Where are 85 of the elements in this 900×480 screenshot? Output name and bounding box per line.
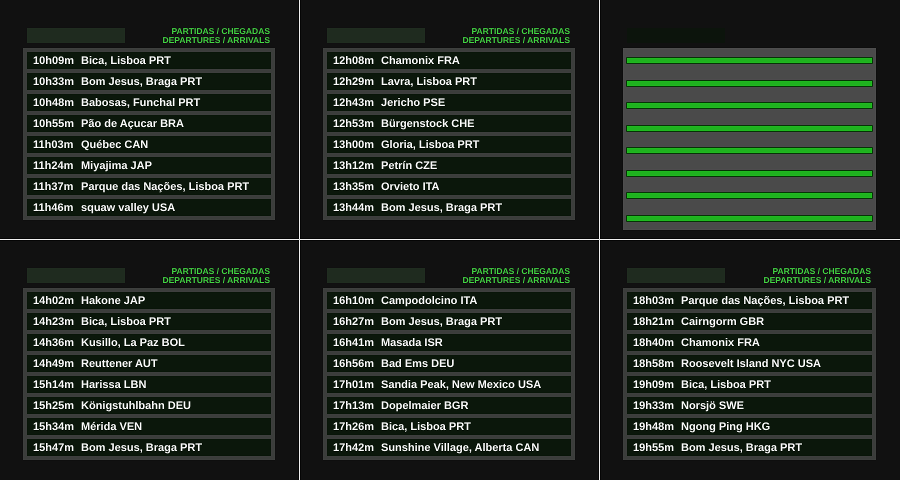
departure-time: 19h55m — [633, 442, 675, 454]
departure-time: 12h43m — [333, 96, 375, 108]
destination: Campodolcino ITA — [381, 294, 478, 306]
destination: Babosas, Funchal PRT — [81, 96, 200, 108]
departure-time: 15h14m — [33, 378, 75, 390]
departure-time: 12h53m — [333, 118, 375, 130]
destination: Bürgenstock CHE — [381, 118, 475, 130]
departure-time: 19h33m — [633, 400, 675, 412]
destination: Hakone JAP — [81, 294, 146, 306]
departure-time: 17h42m — [333, 442, 375, 454]
departure-time: 19h48m — [633, 420, 675, 432]
departure-time: 10h55m — [33, 118, 75, 130]
departure-time: 14h02m — [33, 294, 75, 306]
destination: Sunshine Village, Alberta CAN — [381, 442, 540, 454]
destination: Bica, Lisboa PRT — [81, 316, 171, 328]
destination: Ngong Ping HKG — [681, 420, 770, 432]
destination: Pão de Açucar BRA — [81, 118, 184, 130]
destination: Petrín CZE — [381, 160, 438, 172]
departure-time: 16h41m — [333, 336, 375, 348]
destination: Gloria, Lisboa PRT — [381, 138, 480, 150]
departure-time: 17h01m — [333, 378, 375, 390]
departure-time: 10h48m — [33, 96, 75, 108]
departure-time: 16h56m — [333, 358, 375, 370]
destination: Miyajima JAP — [81, 160, 152, 172]
departure-time: 13h00m — [333, 138, 375, 150]
destination: Sandia Peak, New Mexico USA — [381, 378, 542, 390]
destination: Bica, Lisboa PRT — [381, 420, 471, 432]
destination: Bad Ems DEU — [381, 358, 454, 370]
destination: Lavra, Lisboa PRT — [381, 76, 477, 88]
destination: Parque das Nações, Lisboa PRT — [81, 180, 250, 192]
destination: Chamonix FRA — [681, 336, 760, 348]
destination: Mérida VEN — [81, 420, 142, 432]
destination: Jericho PSE — [381, 96, 446, 108]
destination: Bom Jesus, Braga PRT — [381, 316, 502, 328]
board-heading: PARTIDAS / CHEGADAS DEPARTURES / ARRIVALS — [162, 27, 270, 45]
board-heading: PARTIDAS / CHEGADAS DEPARTURES / ARRIVALS — [763, 267, 871, 285]
destination: Chamonix FRA — [381, 54, 460, 66]
departure-time: 18h40m — [633, 336, 675, 348]
board-heading: PARTIDAS / CHEGADAS DEPARTURES / ARRIVALS — [462, 27, 570, 45]
destination: Roosevelt Island NYC USA — [681, 358, 821, 370]
departure-time: 14h23m — [33, 316, 75, 328]
board-heading: PARTIDAS / CHEGADAS DEPARTURES / ARRIVALS — [462, 267, 570, 285]
departure-time: 18h58m — [633, 358, 675, 370]
departure-time: 12h29m — [333, 76, 375, 88]
departure-time: 10h09m — [33, 54, 75, 66]
departure-time: 15h25m — [33, 400, 75, 412]
departure-time: 18h03m — [633, 294, 675, 306]
destination: Cairngorm GBR — [681, 316, 764, 328]
departure-time: 19h09m — [633, 378, 675, 390]
destination: Norsjö SWE — [681, 400, 744, 412]
departure-time: 11h46m — [33, 202, 74, 214]
departure-time: 13h12m — [333, 160, 375, 172]
board-heading: PARTIDAS / CHEGADAS DEPARTURES / ARRIVALS — [162, 267, 270, 285]
destination: Masada ISR — [381, 336, 443, 348]
departure-time: 13h44m — [333, 202, 375, 214]
destination: Kusillo, La Paz BOL — [81, 336, 185, 348]
departure-time: 11h37m — [33, 180, 74, 192]
departure-time: 14h49m — [33, 358, 75, 370]
destination: Bom Jesus, Braga PRT — [81, 76, 202, 88]
destination: Dopelmaier BGR — [381, 400, 468, 412]
departure-time: 16h10m — [333, 294, 375, 306]
departure-time: 12h08m — [333, 54, 375, 66]
destination: Königstuhlbahn DEU — [81, 400, 191, 412]
destination: Bom Jesus, Braga PRT — [81, 442, 202, 454]
destination: Parque das Nações, Lisboa PRT — [681, 294, 850, 306]
departure-time: 11h24m — [33, 160, 74, 172]
destination: squaw valley USA — [81, 202, 176, 214]
destination: Bom Jesus, Braga PRT — [381, 202, 502, 214]
destination: Harissa LBN — [81, 378, 146, 390]
destination: Orvieto ITA — [381, 180, 440, 192]
departure-time: 15h47m — [33, 442, 75, 454]
departure-time: 17h13m — [333, 400, 375, 412]
departure-time: 11h03m — [33, 138, 74, 150]
departure-time: 17h26m — [333, 420, 375, 432]
departure-time: 16h27m — [333, 316, 375, 328]
departure-time: 10h33m — [33, 76, 75, 88]
destination: Bica, Lisboa PRT — [81, 54, 171, 66]
departure-time: 18h21m — [633, 316, 675, 328]
destination: Reuttener AUT — [81, 358, 158, 370]
departure-time: 13h35m — [333, 180, 375, 192]
departure-time: 15h34m — [33, 420, 75, 432]
departure-time: 14h36m — [33, 336, 75, 348]
destination: Bica, Lisboa PRT — [681, 378, 771, 390]
destination: Québec CAN — [81, 138, 148, 150]
destination: Bom Jesus, Braga PRT — [681, 442, 802, 454]
